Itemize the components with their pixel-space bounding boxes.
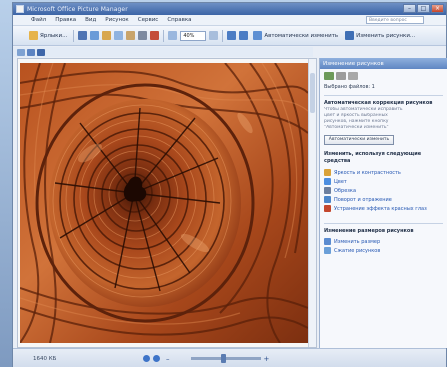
- redeye-icon: [324, 205, 331, 212]
- minimize-button[interactable]: –: [403, 4, 416, 13]
- maximize-button[interactable]: □: [417, 4, 430, 13]
- title-bar: Microsoft Office Picture Manager – □ ×: [13, 3, 446, 15]
- zoom-out-icon[interactable]: –: [166, 355, 170, 363]
- status-bar: 1640 КБ – +: [13, 348, 446, 367]
- tools-heading: Изменить, используя следующие средства: [324, 151, 422, 164]
- pane-body: Выбрано файлов: 1 Автоматическая коррекц…: [320, 81, 447, 258]
- auto-correct-pane-button[interactable]: Автоматически изменить: [324, 135, 394, 145]
- auto-desc-line: "Автоматически изменить": [324, 125, 389, 130]
- zoom-slider[interactable]: [190, 354, 261, 363]
- vertical-scrollbar[interactable]: [308, 59, 316, 347]
- app-icon: [16, 5, 24, 13]
- resize-heading: Изменение размеров рисунков: [324, 228, 414, 234]
- toolbar: Ярлыки... 40% Автоматически изменить Изм…: [13, 26, 446, 46]
- toolbar-separator: [222, 29, 224, 42]
- menu-tools[interactable]: Сервис: [138, 17, 159, 23]
- menu-picture[interactable]: Рисунок: [105, 17, 128, 23]
- next-picture-icon[interactable]: [153, 355, 160, 362]
- rotate-icon: [324, 196, 331, 203]
- rotate-left-icon[interactable]: [227, 31, 237, 40]
- link-label: Цвет: [334, 178, 347, 185]
- app-window: Microsoft Office Picture Manager – □ × Ф…: [12, 2, 447, 367]
- filmstrip-view-icon[interactable]: [27, 48, 35, 56]
- crop-link[interactable]: Обрезка: [324, 186, 443, 195]
- shortcuts-label: Ярлыки...: [40, 32, 68, 39]
- edit-pictures-label: Изменить рисунки...: [356, 32, 416, 39]
- previous-picture-icon[interactable]: [143, 355, 150, 362]
- save-icon[interactable]: [78, 31, 88, 40]
- link-label: Изменить размер: [334, 238, 381, 245]
- selected-count: Выбрано файлов: 1: [324, 84, 375, 90]
- edit-pictures-pane: Изменение рисунков Выбрано файлов: 1 Авт…: [319, 58, 447, 348]
- link-label: Сжатие рисунков: [334, 247, 381, 254]
- help-search-input[interactable]: Введите вопрос: [366, 16, 424, 24]
- menu-help[interactable]: Справка: [167, 17, 191, 23]
- screen: Microsoft Office Picture Manager – □ × Ф…: [0, 0, 447, 367]
- resize-icon: [324, 238, 331, 245]
- edit-pictures-button[interactable]: Изменить рисунки...: [343, 30, 417, 42]
- link-label: Поворот и отражение: [334, 196, 392, 203]
- forward-icon[interactable]: [336, 72, 346, 80]
- toolbar-separator: [163, 29, 165, 42]
- brightness-icon: [324, 169, 331, 176]
- pane-title: Изменение рисунков: [323, 60, 384, 67]
- color-icon: [324, 178, 331, 185]
- toolbar-separator: [73, 29, 75, 42]
- link-label: Обрезка: [334, 187, 357, 194]
- pane-nav: [320, 71, 447, 81]
- window-title: Microsoft Office Picture Manager: [27, 5, 128, 13]
- auto-correct-icon: [253, 31, 263, 40]
- zoom-slider-knob[interactable]: [220, 354, 226, 363]
- zoom-in-icon[interactable]: +: [264, 355, 270, 363]
- single-view-icon[interactable]: [37, 48, 45, 56]
- menu-view[interactable]: Вид: [85, 17, 96, 23]
- menu-file[interactable]: Файл: [31, 17, 46, 23]
- shortcuts-icon: [29, 31, 38, 40]
- compress-link[interactable]: Сжатие рисунков: [324, 246, 443, 255]
- email-icon[interactable]: [102, 31, 112, 40]
- compress-icon: [324, 247, 331, 254]
- divider: [324, 95, 443, 96]
- scrollbar-thumb[interactable]: [310, 73, 315, 113]
- rotate-flip-link[interactable]: Поворот и отражение: [324, 195, 443, 204]
- view-mode-icon[interactable]: [168, 31, 178, 40]
- back-icon[interactable]: [324, 72, 334, 80]
- edit-pictures-icon: [345, 31, 355, 40]
- window-controls: – □ ×: [403, 4, 444, 13]
- export-icon[interactable]: [90, 31, 100, 40]
- auto-correct-heading: Автоматическая коррекция рисунков: [324, 100, 433, 106]
- thumbnail-view-icon[interactable]: [17, 48, 25, 56]
- picture-view[interactable]: [17, 58, 317, 348]
- auto-correct-label: Автоматически изменить: [264, 32, 339, 39]
- view-toolbar: [13, 47, 313, 57]
- resize-link[interactable]: Изменить размер: [324, 237, 443, 246]
- link-label: Устранение эффекта красных глаз: [334, 205, 427, 212]
- divider: [324, 223, 443, 224]
- red-eye-link[interactable]: Устранение эффекта красных глаз: [324, 204, 443, 213]
- rotate-right-icon[interactable]: [239, 31, 249, 40]
- wood-knot-photo: [20, 63, 308, 343]
- file-size: 1640 КБ: [33, 355, 57, 362]
- close-button[interactable]: ×: [431, 4, 444, 13]
- shortcuts-button[interactable]: Ярлыки...: [27, 30, 69, 42]
- pane-header: Изменение рисунков: [320, 58, 447, 69]
- delete-icon[interactable]: [150, 31, 160, 40]
- link-label: Яркость и контрастность: [334, 169, 401, 176]
- brightness-contrast-link[interactable]: Яркость и контрастность: [324, 168, 443, 177]
- menu-edit[interactable]: Правка: [55, 17, 76, 23]
- auto-correct-button[interactable]: Автоматически изменить: [251, 30, 340, 42]
- zoom-select[interactable]: 40%: [180, 30, 207, 41]
- color-link[interactable]: Цвет: [324, 177, 443, 186]
- paste-icon[interactable]: [126, 31, 136, 40]
- home-icon[interactable]: [348, 72, 358, 80]
- fit-icon[interactable]: [209, 31, 219, 40]
- menu-bar: Файл Правка Вид Рисунок Сервис Справка В…: [13, 15, 446, 26]
- copy-icon[interactable]: [114, 31, 124, 40]
- cut-icon[interactable]: [138, 31, 148, 40]
- crop-icon: [324, 187, 331, 194]
